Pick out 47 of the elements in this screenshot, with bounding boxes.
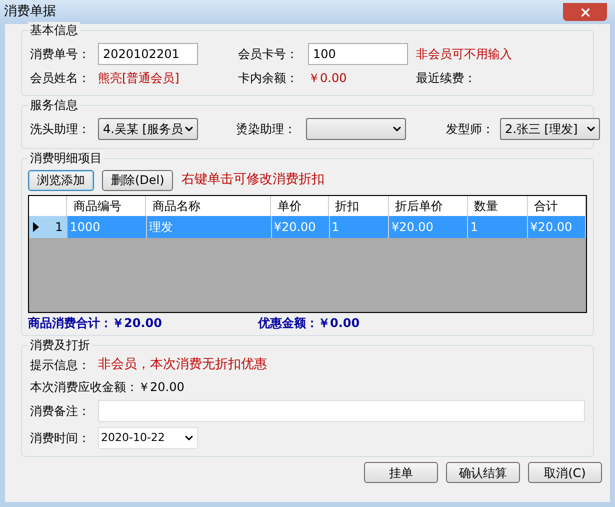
group-title: 消费及打折 (28, 337, 92, 353)
footer-button[interactable]: 确认结算 (446, 462, 520, 483)
dropdown[interactable]: 2.张三 [理发] (500, 118, 600, 140)
note-field[interactable] (98, 400, 585, 422)
row-header[interactable]: 1 (29, 216, 68, 238)
group-title: 服务信息 (28, 97, 80, 113)
field-label: 消费单号： (30, 46, 91, 63)
table-cell: 1000 (68, 216, 147, 238)
member-name: 熊亮[普通会员] (98, 70, 180, 87)
hint-text: 非会员可不用输入 (416, 46, 512, 63)
group-title: 基本信息 (28, 22, 80, 38)
dropdown[interactable] (306, 118, 406, 140)
total-text: 商品消费合计：￥20.00 (28, 315, 163, 332)
hint-text: 右键单击可修改消费折扣 (181, 171, 324, 190)
text-field[interactable]: 2020102201 (98, 43, 198, 65)
date-picker[interactable]: 2020-10-22 (98, 427, 198, 449)
text-field[interactable]: 100 (308, 43, 408, 65)
field-label: 提示信息： (30, 357, 91, 374)
close-button[interactable] (563, 3, 607, 21)
field-label: 消费时间： (30, 430, 91, 447)
window-title: 消费单据 (4, 3, 56, 22)
table-cell: ¥20.00 (389, 216, 468, 238)
field-label: 最近续费： (416, 70, 476, 87)
field-label: 会员姓名： (30, 70, 91, 87)
table-cell: 理发 (146, 216, 272, 238)
group-title: 消费明细项目 (28, 150, 104, 166)
footer-button[interactable]: 取消(C) (528, 462, 602, 483)
discount-text: 优惠金额：￥0.00 (258, 315, 360, 332)
toolbar-button[interactable]: 删除(Del) (102, 170, 174, 190)
footer-button[interactable]: 挂单 (364, 462, 438, 483)
table-cell: ¥20.00 (528, 216, 586, 238)
notice-text: 非会员，本次消费无折扣优惠 (98, 356, 267, 374)
table-cell: 1 (330, 216, 390, 238)
table-cell: 1 (468, 216, 528, 238)
field-label: 卡内余额： (238, 70, 299, 87)
amount-due-text: 本次消费应收金额：￥20.00 (30, 379, 184, 396)
field-label: 消费备注： (30, 403, 91, 420)
dropdown[interactable]: 4.吴某 [服务员 (98, 118, 198, 140)
field-label: 烫染助理： (236, 121, 297, 138)
toolbar-button[interactable]: 浏览添加 (28, 170, 94, 190)
field-label: 会员卡号： (238, 46, 299, 63)
field-label: 洗头助理： (30, 121, 91, 138)
current-row-icon (33, 222, 39, 232)
field-label: 发型师： (446, 121, 495, 138)
table-cell: ¥20.00 (272, 216, 330, 238)
balance-value: ￥0.00 (308, 70, 348, 87)
close-icon (578, 6, 592, 18)
